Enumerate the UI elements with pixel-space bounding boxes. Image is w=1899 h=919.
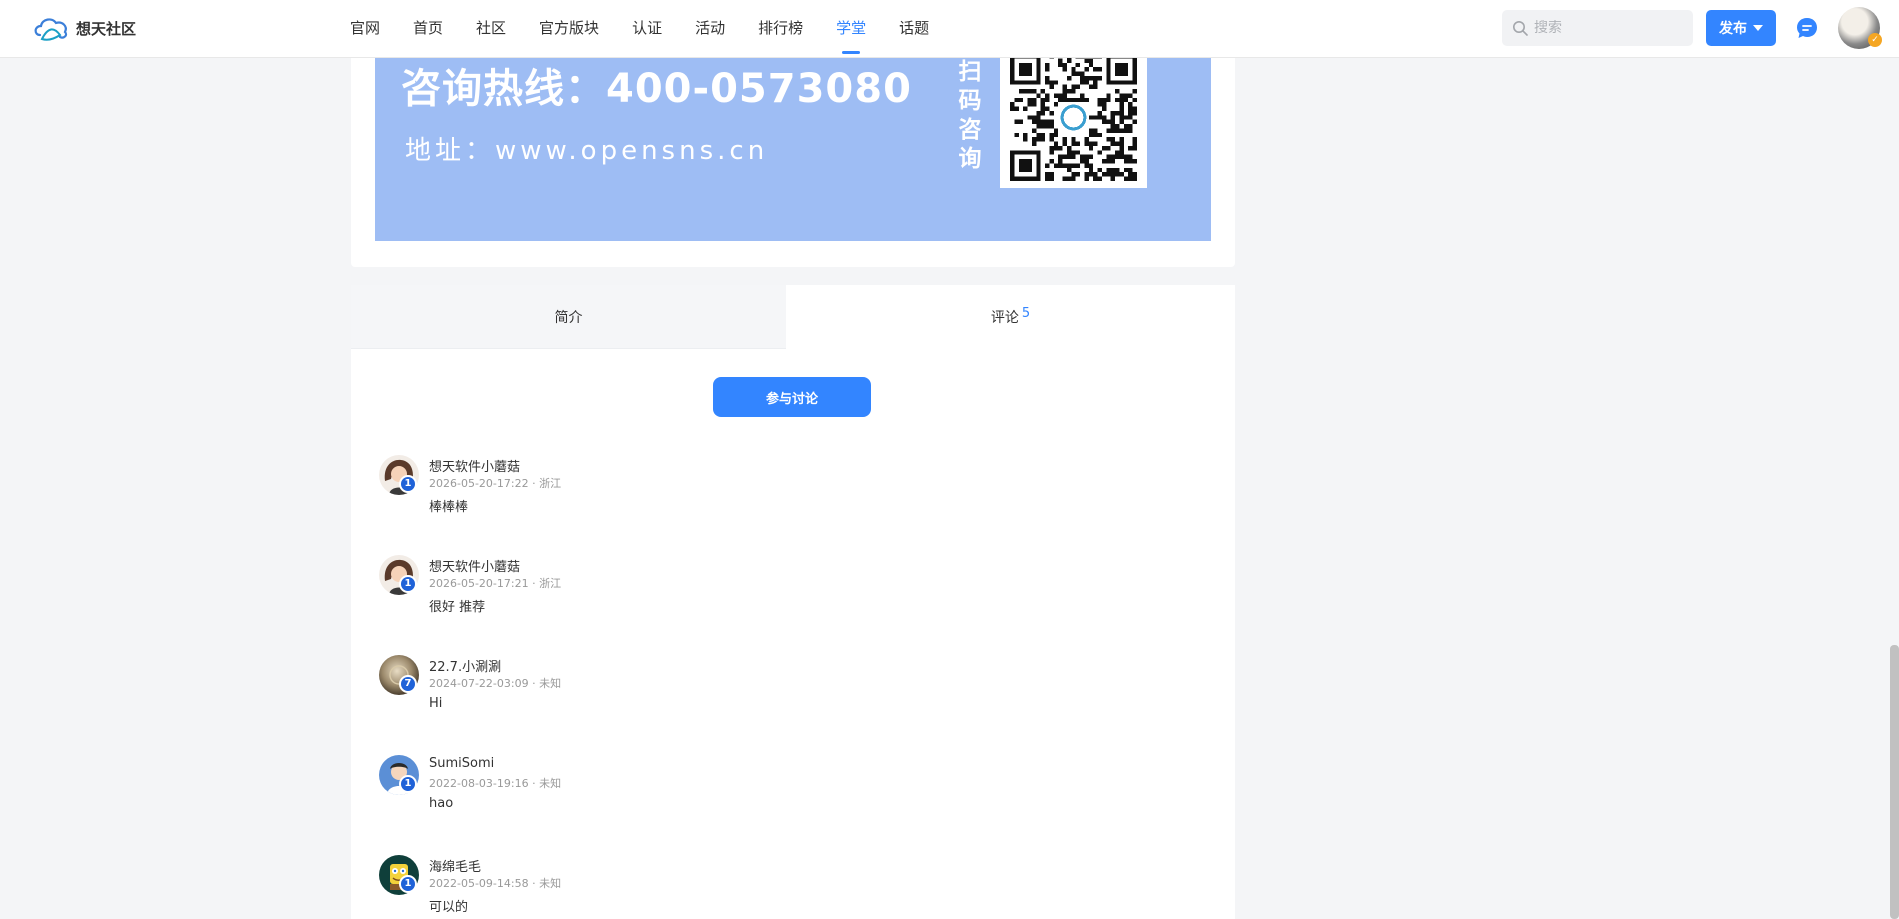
publish-label: 发布: [1719, 21, 1747, 37]
nav-item-certification[interactable]: 认证: [632, 0, 662, 58]
level-badge: 1: [399, 475, 417, 493]
commenter-name[interactable]: 想天软件小蘑菇: [429, 556, 520, 575]
nav-item-official-site[interactable]: 官网: [350, 0, 380, 58]
scan-char: 询: [958, 146, 982, 172]
scan-char: 码: [958, 88, 982, 114]
chat-bubble-icon[interactable]: [1795, 16, 1819, 40]
commenter-name[interactable]: 海绵毛毛: [429, 856, 481, 875]
join-discussion-button[interactable]: 参与讨论: [713, 377, 871, 417]
search-icon: [1513, 21, 1528, 36]
verified-badge-icon: ✓: [1868, 33, 1882, 47]
level-badge: 1: [399, 875, 417, 893]
comment-text: hao: [429, 796, 454, 811]
comment-text: 可以的: [429, 900, 469, 915]
scan-to-consult-text: 扫 码 咨 询: [955, 58, 985, 174]
publish-button[interactable]: 发布: [1706, 10, 1776, 46]
qr-code-icon: [1010, 58, 1137, 181]
cloud-logo-icon: [34, 18, 68, 41]
comment-meta: 2022-05-09-14:58 · 未知: [429, 877, 562, 890]
commenter-name[interactable]: SumiSomi: [429, 756, 494, 771]
nav-item-official-boards[interactable]: 官方版块: [539, 0, 599, 58]
caret-down-icon: [1753, 25, 1763, 31]
scan-char: 扫: [958, 59, 982, 85]
level-badge: 1: [399, 575, 417, 593]
level-badge: 7: [399, 675, 417, 693]
tab-comments[interactable]: 评论 5: [786, 285, 1235, 349]
comment-text: 棒棒棒: [429, 500, 469, 515]
course-detail-card: 简介 评论 5 参与讨论 1 想天软件小蘑菇 2026-05-20-17:22 …: [351, 285, 1235, 919]
comment-meta: 2026-05-20-17:22 · 浙江: [429, 477, 562, 490]
detail-tabs: 简介 评论 5: [351, 285, 1235, 349]
page-scrollbar[interactable]: [1890, 645, 1899, 919]
comment-text: Hi: [429, 696, 443, 711]
site-address: 地址：www.opensns.cn: [405, 136, 769, 166]
tab-intro-label: 简介: [554, 309, 583, 326]
commenter-name[interactable]: 22.7.小涮涮: [429, 656, 501, 675]
comment-item: 1 想天软件小蘑菇 2026-05-20-17:21 · 浙江 很好 推荐: [379, 555, 1199, 635]
qr-code: [1000, 58, 1147, 188]
scan-char: 咨: [958, 117, 982, 143]
search-box[interactable]: [1502, 10, 1693, 46]
contact-banner: 咨询热线：400-0573080 地址：www.opensns.cn 扫 码 咨…: [375, 58, 1211, 241]
main-nav: 官网 首页 社区 官方版块 认证 活动 排行榜 学堂 话题: [350, 0, 962, 58]
comment-meta: 2026-05-20-17:21 · 浙江: [429, 577, 562, 590]
top-header: 想天社区 官网 首页 社区 官方版块 认证 活动 排行榜 学堂 话题 发布 ✓: [0, 0, 1899, 58]
comment-text: 很好 推荐: [429, 600, 486, 615]
nav-item-events[interactable]: 活动: [695, 0, 725, 58]
nav-item-academy[interactable]: 学堂: [836, 0, 866, 58]
nav-item-community[interactable]: 社区: [476, 0, 506, 58]
consult-hotline: 咨询热线：400-0573080: [401, 66, 912, 112]
level-badge: 1: [399, 775, 417, 793]
nav-item-home[interactable]: 首页: [413, 0, 443, 58]
site-logo[interactable]: 想天社区: [32, 13, 136, 43]
comment-item: 7 22.7.小涮涮 2024-07-22-03:09 · 未知 Hi: [379, 655, 1199, 735]
comment-item: 1 SumiSomi 2022-08-03-19:16 · 未知 hao: [379, 755, 1199, 835]
comments-count-badge: 5: [1021, 305, 1031, 321]
nav-item-leaderboard[interactable]: 排行榜: [758, 0, 803, 58]
tab-intro[interactable]: 简介: [351, 285, 786, 349]
current-user-avatar[interactable]: ✓: [1838, 7, 1882, 49]
comment-meta: 2022-08-03-19:16 · 未知: [429, 777, 562, 790]
search-input[interactable]: [1534, 20, 1684, 36]
comment-item: 1 海绵毛毛 2022-05-09-14:58 · 未知 可以的: [379, 855, 1199, 919]
comment-item: 1 想天软件小蘑菇 2026-05-20-17:22 · 浙江 棒棒棒: [379, 455, 1199, 535]
commenter-name[interactable]: 想天软件小蘑菇: [429, 456, 520, 475]
comment-meta: 2024-07-22-03:09 · 未知: [429, 677, 562, 690]
nav-item-topics[interactable]: 话题: [899, 0, 929, 58]
site-name: 想天社区: [76, 19, 137, 38]
tab-comments-label: 评论: [990, 310, 1019, 326]
